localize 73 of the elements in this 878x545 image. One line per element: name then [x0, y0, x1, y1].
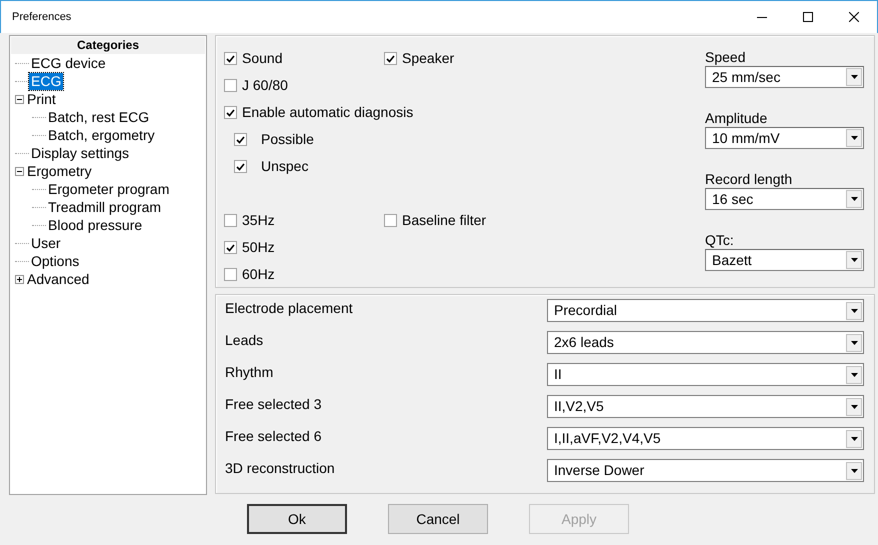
checkbox[interactable] [224, 214, 237, 227]
dropdown-arrow-icon [850, 372, 858, 376]
checkbox[interactable] [224, 268, 237, 281]
field-label: Free selected 3 [225, 395, 322, 413]
tree-item[interactable]: Batch, ergometry [46, 126, 157, 144]
checkbox-label[interactable]: Unspec [261, 156, 308, 177]
dropdown[interactable]: Precordial [547, 299, 864, 322]
close-icon [849, 12, 859, 22]
field-label: Amplitude [705, 109, 768, 127]
dropdown-arrow-icon [850, 404, 858, 408]
checkbox-label[interactable]: Enable automatic diagnosis [242, 102, 414, 123]
field-label: QTc: [705, 231, 735, 249]
checkbox-label[interactable]: Speaker [402, 48, 454, 69]
dropdown[interactable]: 25 mm/sec [705, 66, 864, 88]
checkbox[interactable] [224, 52, 237, 65]
maximize-icon [803, 12, 813, 22]
checkbox-label[interactable]: 50Hz [242, 237, 275, 258]
categories-header: Categories [11, 37, 205, 54]
tree-item[interactable]: Blood pressure [46, 216, 144, 234]
tree-item[interactable]: User [29, 234, 63, 252]
field-label: Record length [705, 170, 794, 188]
expand-icon[interactable] [15, 274, 24, 284]
tree-item[interactable]: ECG [29, 72, 64, 90]
checkbox[interactable] [384, 214, 397, 227]
window-title: Preferences [12, 10, 72, 25]
dropdown[interactable]: II,V2,V5 [547, 395, 864, 418]
dropdown[interactable]: Bazett [705, 249, 864, 271]
minimize-icon [757, 16, 767, 18]
dropdown[interactable]: II [547, 363, 864, 386]
tree-item[interactable]: Print [25, 90, 58, 108]
checkbox-label[interactable]: 60Hz [242, 264, 275, 285]
field-label: Free selected 6 [225, 427, 322, 445]
tree-item[interactable]: Advanced [25, 270, 92, 288]
checkbox[interactable] [234, 133, 247, 146]
dropdown-arrow-icon [850, 308, 858, 312]
dropdown-arrow-icon [850, 136, 858, 140]
collapse-icon[interactable] [15, 94, 24, 104]
checkbox[interactable] [384, 52, 397, 65]
dropdown-arrow-icon [850, 436, 858, 440]
dialog-button[interactable]: Ok [247, 504, 347, 534]
checkbox[interactable] [234, 160, 247, 173]
tree-item[interactable]: Options [29, 252, 82, 270]
tree-item[interactable]: Treadmill program [46, 198, 164, 216]
tree-item[interactable]: Display settings [29, 144, 132, 162]
dropdown[interactable]: 10 mm/mV [705, 127, 864, 149]
field-label: Leads [225, 331, 264, 349]
field-label: Electrode placement [225, 299, 354, 317]
dropdown[interactable]: I,II,aVF,V2,V4,V5 [547, 427, 864, 450]
tree-item[interactable]: ECG device [29, 54, 108, 72]
dropdown[interactable]: Inverse Dower [547, 459, 864, 482]
dropdown[interactable]: 2x6 leads [547, 331, 864, 354]
dropdown-arrow-icon [850, 258, 858, 262]
checkbox-label[interactable]: 35Hz [242, 210, 275, 231]
tree-item[interactable]: Batch, rest ECG [46, 108, 152, 126]
dropdown-arrow-icon [850, 468, 858, 472]
tree-item[interactable]: Ergometer program [46, 180, 172, 198]
dialog-button[interactable]: Cancel [388, 504, 488, 534]
checkbox[interactable] [224, 106, 237, 119]
field-label: 3D reconstruction [225, 459, 336, 477]
checkbox-label[interactable]: J 60/80 [242, 75, 288, 96]
checkbox-label[interactable]: Sound [242, 48, 282, 69]
dropdown-arrow-icon [850, 340, 858, 344]
checkbox-label[interactable]: Possible [261, 129, 314, 150]
dropdown-arrow-icon [850, 75, 858, 79]
checkbox[interactable] [224, 79, 237, 92]
collapse-icon[interactable] [15, 166, 24, 176]
checkbox-label[interactable]: Baseline filter [402, 210, 486, 231]
field-label: Rhythm [225, 363, 274, 381]
dropdown[interactable]: 16 sec [705, 188, 864, 210]
checkbox[interactable] [224, 241, 237, 254]
tree-item[interactable]: Ergometry [25, 162, 94, 180]
field-label: Speed [705, 48, 746, 66]
dropdown-arrow-icon [850, 197, 858, 201]
